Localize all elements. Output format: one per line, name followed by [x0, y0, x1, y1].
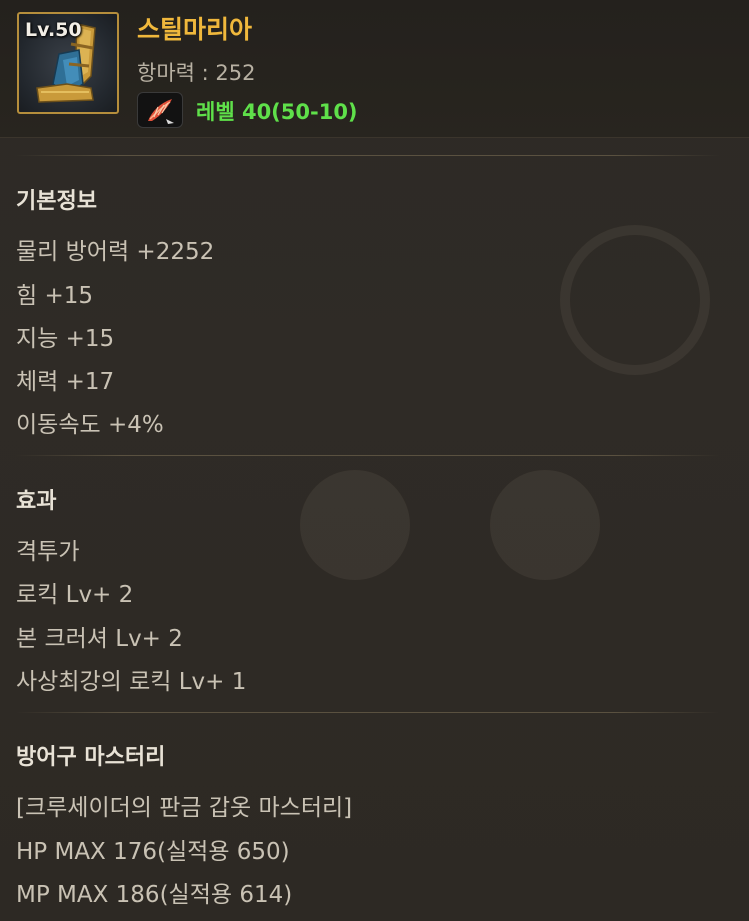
feather-quill-icon: [137, 92, 183, 128]
level-requirement: 레벨 40(50-10): [196, 100, 358, 124]
basic-info-line: 지능 +15: [16, 326, 115, 352]
divider: [15, 455, 720, 456]
basic-info-line: 이동속도 +4%: [16, 412, 164, 438]
effect-line: 사상최강의 로킥 Lv+ 1: [16, 669, 247, 695]
mastery-line: HP MAX 176(실적용 650): [16, 839, 290, 865]
divider: [15, 155, 720, 156]
mastery-line: MP MAX 186(실적용 614): [16, 882, 293, 908]
effect-line: 본 크러셔 Lv+ 2: [16, 626, 183, 652]
section-title-basic-info: 기본정보: [16, 189, 97, 214]
item-name: 스틸마리아: [137, 15, 253, 44]
basic-info-line: 물리 방어력 +2252: [16, 239, 215, 265]
basic-info-line: 체력 +17: [16, 369, 115, 395]
item-header: Lv.50 스틸마리아 항마력 : 252 레벨 40(50-10): [0, 0, 749, 138]
item-level-badge: Lv.50: [25, 19, 82, 41]
item-tooltip-panel: Lv.50 스틸마리아 항마력 : 252 레벨 40(50-10) 기본정보 …: [0, 0, 749, 921]
background-emblem: [560, 225, 710, 375]
effect-line: 격투가: [16, 539, 80, 565]
effect-line: 로킥 Lv+ 2: [16, 582, 134, 608]
magic-resist-stat: 항마력 : 252: [137, 61, 256, 85]
mastery-line: [크루세이더의 판금 갑옷 마스터리]: [16, 795, 353, 821]
basic-info-line: 힘 +15: [16, 283, 94, 309]
section-title-effects: 효과: [16, 489, 57, 514]
item-icon-frame[interactable]: Lv.50: [17, 12, 119, 114]
background-emblem: [300, 470, 410, 580]
divider: [15, 712, 720, 713]
section-title-mastery: 방어구 마스터리: [16, 745, 166, 770]
background-emblem: [490, 470, 600, 580]
